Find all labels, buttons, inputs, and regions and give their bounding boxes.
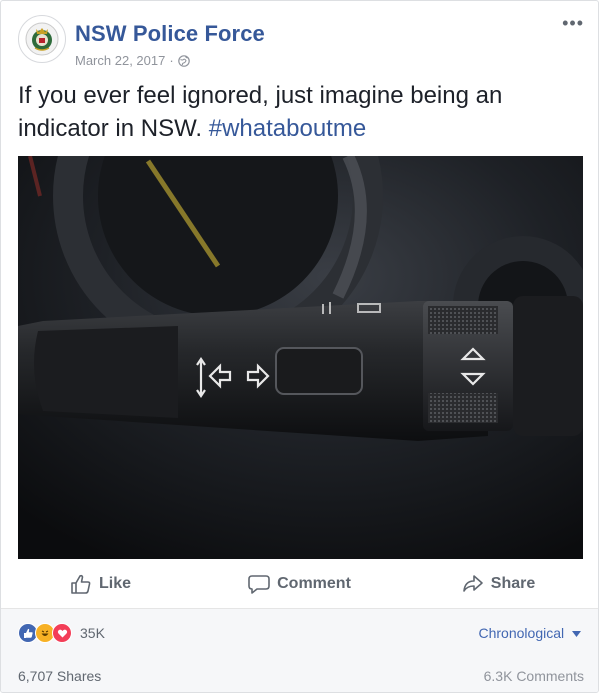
indicator-stalk-image: [18, 156, 583, 559]
reaction-icons[interactable]: [18, 623, 72, 643]
reactions-bar: 35K Chronological: [1, 608, 598, 657]
police-badge-icon: [25, 22, 59, 56]
comment-sort-dropdown[interactable]: Chronological: [478, 625, 581, 641]
share-arrow-icon: [462, 575, 483, 592]
chevron-down-icon: [572, 631, 581, 638]
thumbs-up-icon: [71, 574, 91, 594]
meta-separator: ·: [169, 53, 174, 68]
post-card: NSW Police Force March 22, 2017 · ••• If…: [0, 0, 599, 693]
more-options-button[interactable]: •••: [562, 13, 584, 34]
like-label: Like: [98, 575, 131, 592]
comment-label: Comment: [277, 575, 351, 592]
comment-icon: [248, 575, 270, 594]
sort-label: Chronological: [478, 625, 565, 641]
post-actions: Like Comment Share: [1, 566, 598, 602]
shares-count-link[interactable]: 6,707 Shares: [18, 668, 101, 684]
hashtag-link[interactable]: #whataboutme: [209, 115, 366, 142]
post-photo[interactable]: [18, 156, 583, 559]
like-button[interactable]: Like: [1, 574, 200, 594]
share-label: Share: [490, 575, 536, 592]
love-icon: [52, 623, 72, 643]
post-text: If you ever feel ignored, just imagine b…: [18, 79, 578, 145]
post-date[interactable]: March 22, 2017: [75, 53, 165, 68]
reaction-count[interactable]: 35K: [80, 625, 105, 641]
share-button[interactable]: Share: [399, 574, 598, 594]
globe-icon: [177, 54, 190, 67]
comment-button[interactable]: Comment: [200, 574, 399, 594]
page-name-link[interactable]: NSW Police Force: [75, 21, 265, 47]
page-avatar[interactable]: [18, 15, 66, 63]
comments-count-link[interactable]: 6.3K Comments: [484, 668, 584, 684]
post-meta: March 22, 2017 ·: [75, 53, 190, 68]
post-stats-footer: 6,707 Shares 6.3K Comments: [1, 656, 598, 692]
